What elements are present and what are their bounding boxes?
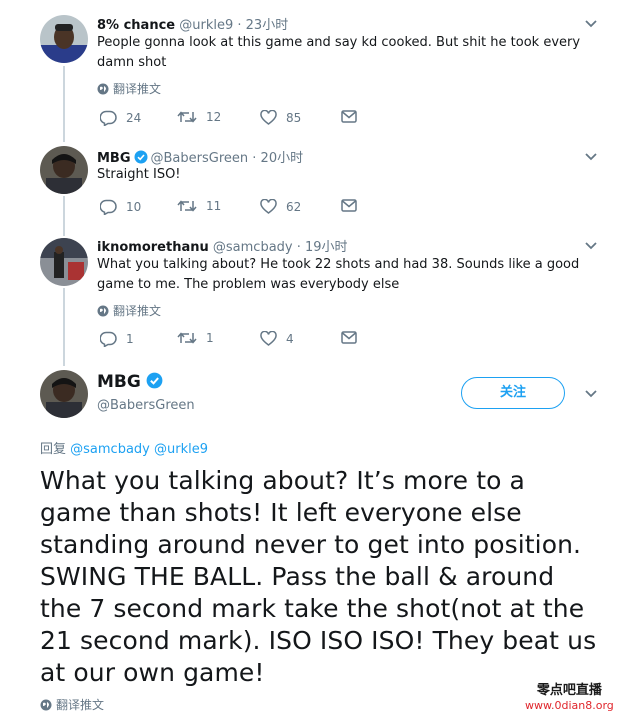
avatar[interactable] — [40, 146, 88, 194]
reply-button[interactable]: 24 — [100, 110, 141, 126]
avatar[interactable] — [40, 15, 88, 63]
display-name[interactable]: MBG — [97, 151, 131, 166]
reply-prefix: 回复 — [40, 442, 67, 457]
chevron-down-icon[interactable] — [584, 389, 598, 399]
tweet-header: MBG @BabersGreen · 20小时 — [97, 147, 303, 166]
timestamp[interactable]: · 20小时 — [252, 151, 303, 166]
reply-icon — [100, 331, 117, 347]
heart-icon — [260, 331, 277, 346]
like-button[interactable]: 4 — [260, 331, 294, 346]
like-button[interactable]: 62 — [260, 199, 301, 214]
globe-icon — [40, 699, 52, 711]
like-button[interactable]: 85 — [260, 110, 301, 125]
tweet-header: 8% chance @urkle9 · 23小时 — [97, 14, 288, 33]
retweet-icon — [177, 200, 197, 212]
tweet-text: What you talking about? He took 22 shots… — [97, 257, 580, 292]
user-handle[interactable]: @samcbady — [213, 240, 293, 255]
retweet-button[interactable]: 11 — [177, 199, 221, 213]
retweet-count: 11 — [206, 199, 222, 213]
direct-message-button[interactable] — [341, 331, 357, 344]
retweet-count: 12 — [206, 110, 222, 124]
tweet-text: Straight ISO! — [97, 167, 181, 182]
like-count: 85 — [286, 110, 302, 125]
reply-button[interactable]: 10 — [100, 199, 141, 215]
thread-line — [63, 66, 65, 142]
translate-link[interactable]: 翻译推文 — [40, 696, 104, 713]
retweet-icon — [177, 332, 197, 344]
mention-link[interactable]: @urkle9 — [154, 442, 208, 457]
mention-link[interactable]: @samcbady — [70, 442, 150, 457]
reply-count: 24 — [126, 111, 142, 125]
display-name-label: MBG — [97, 372, 141, 392]
display-name[interactable]: iknomorethanu — [97, 240, 209, 255]
main-tweet-text: What you talking about? It’s more to a g… — [40, 466, 597, 687]
reply-icon — [100, 199, 117, 215]
display-name[interactable]: MBG — [97, 372, 166, 392]
tweet-header: iknomorethanu @samcbady · 19小时 — [97, 236, 348, 255]
reply-icon — [100, 110, 117, 126]
heart-icon — [260, 110, 277, 125]
user-handle[interactable]: @BabersGreen — [97, 398, 195, 413]
translate-link[interactable]: 翻译推文 — [97, 302, 161, 319]
replying-to: 回复 @samcbady @urkle9 — [40, 438, 208, 457]
reply-count: 1 — [126, 332, 134, 346]
watermark-title: 零点吧直播 — [536, 683, 602, 698]
timestamp[interactable]: · 23小时 — [237, 18, 288, 33]
globe-icon — [97, 305, 109, 317]
translate-label: 翻译推文 — [56, 698, 105, 712]
translate-label: 翻译推文 — [113, 82, 162, 96]
user-handle[interactable]: @urkle9 — [179, 18, 233, 33]
reply-button[interactable]: 1 — [100, 331, 134, 347]
envelope-icon — [341, 110, 357, 123]
retweet-button[interactable]: 12 — [177, 110, 221, 124]
watermark: 零点吧直播 www.0dian8.org — [525, 683, 614, 713]
envelope-icon — [341, 331, 357, 344]
direct-message-button[interactable] — [341, 110, 357, 123]
thread-line — [63, 196, 65, 236]
chevron-down-icon[interactable] — [584, 19, 598, 29]
like-count: 4 — [286, 331, 294, 346]
chevron-down-icon[interactable] — [584, 152, 598, 162]
tweet-text: People gonna look at this game and say k… — [97, 35, 581, 70]
display-name[interactable]: 8% chance — [97, 18, 175, 33]
retweet-icon — [177, 111, 197, 123]
heart-icon — [260, 199, 277, 214]
thread-line — [63, 288, 65, 366]
timestamp[interactable]: · 19小时 — [297, 240, 348, 255]
globe-icon — [97, 83, 109, 95]
retweet-button[interactable]: 1 — [177, 331, 214, 345]
reply-count: 10 — [126, 200, 142, 214]
avatar[interactable] — [40, 238, 88, 286]
watermark-url: www.0dian8.org — [525, 699, 614, 712]
retweet-count: 1 — [206, 331, 214, 345]
avatar[interactable] — [40, 370, 88, 418]
user-handle[interactable]: @BabersGreen — [151, 151, 249, 166]
follow-button[interactable]: 关注 — [461, 377, 565, 409]
verified-badge-icon — [134, 150, 148, 164]
translate-label: 翻译推文 — [113, 304, 162, 318]
verified-badge-icon — [146, 372, 163, 389]
direct-message-button[interactable] — [341, 199, 357, 212]
chevron-down-icon[interactable] — [584, 241, 598, 251]
envelope-icon — [341, 199, 357, 212]
translate-link[interactable]: 翻译推文 — [97, 80, 161, 97]
like-count: 62 — [286, 199, 302, 214]
